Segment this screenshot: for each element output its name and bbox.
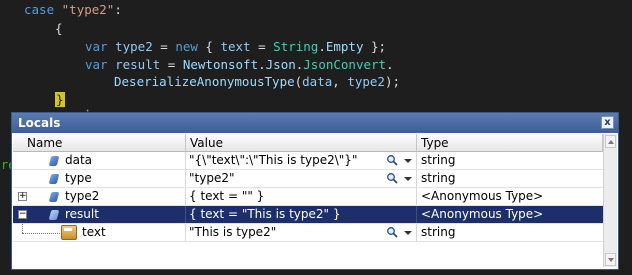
name-cell: text xyxy=(13,224,186,241)
keyword-case: case xyxy=(24,2,55,17)
type-cell: <Anonymous Type> xyxy=(421,189,544,203)
keyword-var: var xyxy=(85,57,108,72)
variable-icon xyxy=(48,156,60,166)
variable-value: { text = "This is type2" } xyxy=(189,207,341,221)
member-empty: Empty xyxy=(325,39,364,54)
variable-value: { text = "" } xyxy=(189,189,265,203)
property-icon xyxy=(61,225,77,240)
namespace-newtonsoft: Newtonsoft xyxy=(182,57,259,72)
argument-type2: type2 xyxy=(347,74,385,89)
variable-name: result xyxy=(65,207,99,221)
value-cell[interactable]: { text = "" } xyxy=(186,188,417,205)
punct: { xyxy=(197,39,221,54)
string-literal-type2: "type2" xyxy=(61,2,115,17)
locals-title-bar[interactable]: Locals x xyxy=(12,113,618,133)
dropdown-arrow-icon[interactable] xyxy=(404,177,412,181)
colon: : xyxy=(114,2,122,17)
name-cell: type xyxy=(13,170,186,187)
code-line-open-brace: { xyxy=(55,21,63,36)
variable-name: type xyxy=(65,171,92,185)
variable-icon xyxy=(48,210,60,220)
identifier-text: text xyxy=(220,39,251,54)
collapse-icon[interactable]: − xyxy=(18,210,27,219)
operator: = xyxy=(250,39,274,54)
method-deserialize: DeserializeAnonymousType xyxy=(114,74,295,89)
operator: = xyxy=(160,57,183,72)
value-cell[interactable]: "{\"text\":\"This is type2\"}" xyxy=(186,152,417,169)
variable-name: type2 xyxy=(65,189,100,203)
dropdown-arrow-icon[interactable] xyxy=(404,231,412,235)
code-line-result-declaration: var result = Newtonsoft.Json.JsonConvert… xyxy=(85,57,394,72)
keyword-new: new xyxy=(175,39,198,54)
punct: . xyxy=(386,57,394,72)
table-row-selected[interactable]: − result { text = "This is type2" } <Ano… xyxy=(13,206,603,224)
operator: = xyxy=(152,39,176,54)
column-header-name[interactable]: Name xyxy=(13,134,186,152)
code-line-type2-declaration: var type2 = new { text = String.Empty }; xyxy=(85,39,386,54)
identifier-type2: type2 xyxy=(115,39,153,54)
open-brace: { xyxy=(55,21,63,36)
punct: ); xyxy=(384,74,401,89)
property-value: "This is type2" xyxy=(189,225,277,239)
punct: . xyxy=(258,57,266,72)
locals-title: Locals xyxy=(18,116,61,130)
vertical-scrollbar[interactable] xyxy=(603,134,617,267)
punct: , xyxy=(332,74,348,89)
variable-icon xyxy=(48,192,60,202)
magnifier-icon[interactable] xyxy=(386,172,398,184)
table-row[interactable]: data "{\"text\":\"This is type2\"}" stri… xyxy=(13,152,603,170)
type-cell: <Anonymous Type> xyxy=(421,207,544,221)
column-header-type[interactable]: Type xyxy=(417,134,603,152)
type-string: String xyxy=(273,39,319,54)
name-cell: data xyxy=(13,152,186,169)
code-line-case: case "type2": xyxy=(24,2,122,17)
punct: }; xyxy=(363,39,387,54)
identifier-result: result xyxy=(115,57,161,72)
expand-icon[interactable]: + xyxy=(18,192,27,201)
argument-data: data xyxy=(302,74,333,89)
table-row[interactable]: text "This is type2" string xyxy=(13,224,603,242)
variable-icon xyxy=(48,174,60,184)
scroll-down-arrow-icon[interactable] xyxy=(605,253,616,266)
value-cell[interactable]: "type2" xyxy=(186,170,417,187)
namespace-json: Json xyxy=(265,57,296,72)
value-cell[interactable]: "This is type2" xyxy=(186,224,417,241)
magnifier-icon[interactable] xyxy=(386,154,398,166)
name-cell: + type2 xyxy=(13,188,186,205)
variable-name: data xyxy=(65,153,93,167)
type-cell: string xyxy=(421,171,456,185)
code-line-close-brace: } xyxy=(55,92,65,107)
value-cell[interactable]: { text = "This is type2" } xyxy=(186,206,417,223)
dropdown-arrow-icon[interactable] xyxy=(404,159,412,163)
locals-window[interactable]: Locals x Name Value Type data "{\"text\"… xyxy=(11,112,619,270)
type-jsonconvert: JsonConvert xyxy=(303,57,387,72)
type-cell: string xyxy=(421,225,456,239)
locals-grid[interactable]: Name Value Type data "{\"text\":\"This i… xyxy=(13,134,603,267)
property-name: text xyxy=(82,225,106,239)
variable-value: "{\"text\":\"This is type2\"}" xyxy=(189,153,358,167)
table-row[interactable]: type "type2" string xyxy=(13,170,603,188)
variable-value: "type2" xyxy=(189,171,235,185)
code-line-deserialize-call: DeserializeAnonymousType(data, type2); xyxy=(114,74,400,89)
column-header-value[interactable]: Value xyxy=(186,134,417,152)
table-row[interactable]: + type2 { text = "" } <Anonymous Type> xyxy=(13,188,603,206)
type-cell: string xyxy=(421,153,456,167)
tree-connector xyxy=(22,233,60,234)
magnifier-icon[interactable] xyxy=(386,226,398,238)
keyword-var: var xyxy=(85,39,108,54)
close-button[interactable]: x xyxy=(601,116,614,129)
scroll-up-arrow-icon[interactable] xyxy=(605,135,616,148)
highlighted-close-brace: } xyxy=(55,92,65,107)
tree-connector xyxy=(22,224,23,233)
name-cell: − result xyxy=(13,206,186,223)
punct: . xyxy=(318,39,326,54)
